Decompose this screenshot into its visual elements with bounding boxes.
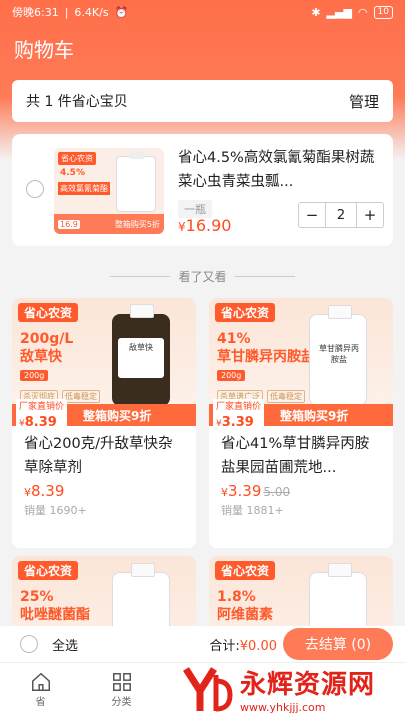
- decrease-button[interactable]: −: [299, 203, 325, 227]
- signal-icon: ▂▄▆: [326, 5, 352, 19]
- product-card[interactable]: 省心农资 41% 草甘膦异丙胺盐 200g 杀草谱广泛 低毒稳定 草甘膦异丙胺盐 厂…: [209, 298, 393, 548]
- watermark-logo-icon: [183, 667, 233, 712]
- product-card[interactable]: 省心农资 1.8% 阿维菌素: [209, 556, 393, 636]
- item-select-radio[interactable]: [26, 180, 44, 198]
- increase-button[interactable]: +: [357, 203, 383, 227]
- select-all-radio[interactable]: [20, 635, 38, 653]
- cart-item: 省心农资 4.5% 高效氯氰菊酯 16.9 整箱购买5折 省心4.5%高效氯氰菊…: [12, 134, 393, 246]
- battery-icon: 10: [373, 5, 393, 19]
- watermark-url: www.yhkjjj.com: [240, 701, 326, 714]
- product-image: 省心农资 200g/L 敌草快 200g 杀灭彻底 低毒稳定 敌草快 厂家直销价 ¥8…: [12, 298, 196, 432]
- product-card[interactable]: 省心农资 25% 吡唑醚菌酯: [12, 556, 196, 636]
- product-thumbnail[interactable]: 省心农资 4.5% 高效氯氰菊酯 16.9 整箱购买5折: [54, 148, 164, 234]
- product-price: ¥3.39 5.00: [221, 482, 291, 500]
- status-bar: 傍晚6:31 | 6.4K/s ⏰ ✱ ▂▄▆ ◠ 10: [0, 0, 405, 24]
- item-title[interactable]: 省心4.5%高效氯氰菊酯果树蔬菜心虫青菜虫瓢...: [178, 146, 378, 194]
- product-image: 省心农资 41% 草甘膦异丙胺盐 200g 杀草谱广泛 低毒稳定 草甘膦异丙胺盐 厂…: [209, 298, 393, 432]
- alarm-icon: ⏰: [114, 5, 129, 19]
- manage-button[interactable]: 管理: [349, 91, 379, 112]
- item-price: ¥16.90: [178, 216, 232, 235]
- price-tag: 厂家直销价 ¥8.39: [16, 398, 68, 432]
- checkout-button[interactable]: 去结算 (0): [283, 628, 393, 660]
- product-image: 省心农资 1.8% 阿维菌素: [209, 556, 393, 636]
- tab-category[interactable]: 分类: [81, 663, 162, 720]
- watermark: 永辉资源网 www.yhkjjj.com: [180, 658, 405, 720]
- price-tag: 厂家直销价 ¥3.39: [213, 398, 265, 432]
- status-time: 傍晚6:31: [12, 6, 59, 19]
- product-sales: 销量 1690+: [24, 504, 87, 517]
- status-speed: 6.4K/s: [74, 5, 109, 19]
- cart-summary: 共 1 件省心宝贝 管理: [12, 80, 393, 122]
- checkout-bar: 全选 合计:¥0.00 去结算 (0): [0, 626, 405, 662]
- cart-count: 共 1 件省心宝贝: [26, 94, 128, 110]
- quantity-stepper: − 2 +: [298, 202, 384, 228]
- product-sales: 销量 1881+: [221, 504, 284, 517]
- bottle-image: [116, 151, 156, 212]
- product-image: 省心农资 25% 吡唑醚菌酯: [12, 556, 196, 636]
- watermark-name: 永辉资源网: [240, 670, 376, 700]
- product-title: 省心41%草甘膦异丙胺盐果园苗圃荒地...: [221, 436, 370, 476]
- select-all-label[interactable]: 全选: [52, 635, 78, 654]
- grid-icon: [112, 673, 131, 691]
- total-amount: 合计:¥0.00: [209, 638, 277, 654]
- quantity-value[interactable]: 2: [325, 203, 357, 227]
- bottle-image: 敌草快: [112, 304, 170, 406]
- wifi-icon: ◠: [357, 5, 368, 19]
- recommend-divider: 看了又看: [0, 268, 405, 285]
- page-title: 购物车: [14, 38, 74, 62]
- bottle-image: 草甘膦异丙胺盐: [309, 305, 367, 406]
- bluetooth-icon: ✱: [311, 5, 321, 19]
- home-icon: [31, 672, 50, 691]
- product-price: ¥8.39: [24, 482, 65, 500]
- product-title: 省心200克/升敌草快杂草除草剂: [24, 436, 173, 476]
- product-card[interactable]: 省心农资 200g/L 敌草快 200g 杀灭彻底 低毒稳定 敌草快 厂家直销价 ¥8…: [12, 298, 196, 548]
- tab-home[interactable]: 省: [0, 663, 81, 720]
